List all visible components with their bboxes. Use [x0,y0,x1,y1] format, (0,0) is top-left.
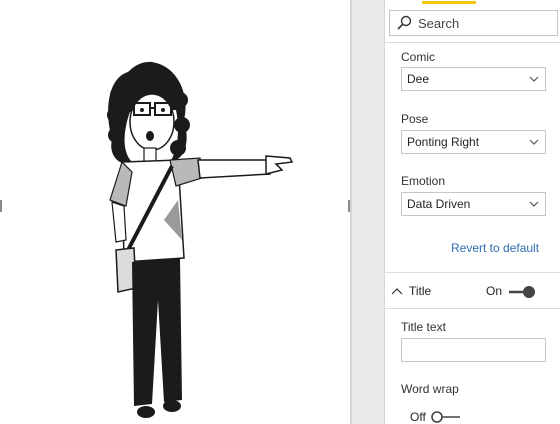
emotion-dropdown[interactable]: Data Driven [401,192,546,216]
title-text-label: Title text [401,320,446,334]
word-wrap-toggle[interactable] [430,410,462,424]
pose-dropdown[interactable]: Ponting Right [401,130,546,154]
comic-label: Comic [401,50,436,64]
search-placeholder: Search [418,15,460,31]
report-canvas [0,0,350,424]
canvas-border [350,0,352,424]
comic-dropdown[interactable]: Dee [401,67,546,91]
emotion-label: Emotion [401,174,446,188]
emotion-value: Data Driven [407,197,471,211]
divider [384,308,560,309]
pose-value: Ponting Right [407,135,480,149]
chevron-down-icon [529,76,539,82]
active-tab-indicator [422,1,476,4]
resize-handle-right[interactable] [348,200,350,212]
comic-value: Dee [407,72,430,86]
divider [384,42,560,43]
divider [384,272,560,273]
chevron-up-icon [391,288,403,295]
title-section-label: Title [409,284,432,298]
search-icon [390,11,418,35]
search-box[interactable]: Search [389,10,558,36]
chevron-down-icon [529,139,539,145]
title-toggle[interactable] [507,285,537,299]
title-section-header[interactable]: Title On [389,284,549,300]
word-wrap-toggle-label: Off [410,410,426,424]
resize-handle-left[interactable] [0,200,2,212]
title-toggle-label: On [486,284,503,298]
title-text-input[interactable] [401,338,546,362]
chevron-down-icon [529,201,539,207]
word-wrap-label: Word wrap [401,382,459,396]
pose-label: Pose [401,112,429,126]
revert-to-default-link[interactable]: Revert to default [451,241,539,255]
comic-character-illustration[interactable] [0,0,350,424]
